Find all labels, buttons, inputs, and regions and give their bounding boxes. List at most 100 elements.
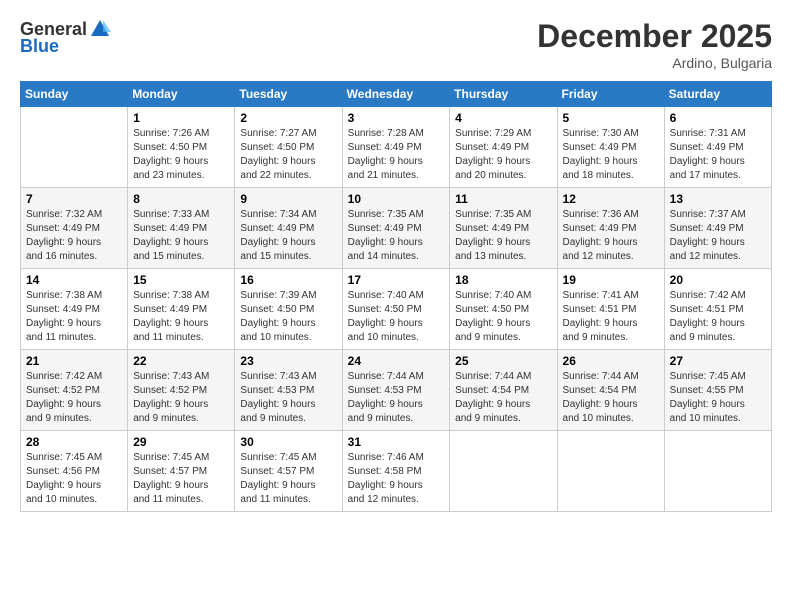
table-row: 6 Sunrise: 7:31 AMSunset: 4:49 PMDaylight… [664, 107, 771, 188]
calendar-week-row: 7 Sunrise: 7:32 AMSunset: 4:49 PMDaylight… [21, 188, 772, 269]
table-row: 17Sunrise: 7:40 AMSunset: 4:50 PMDayligh… [342, 269, 450, 350]
col-thursday: Thursday [450, 82, 557, 107]
day-info: Sunrise: 7:42 AMSunset: 4:51 PMDaylight:… [670, 289, 766, 345]
day-info: Sunrise: 7:46 AMSunset: 4:58 PMDaylight:… [348, 451, 445, 507]
day-info: Sunrise: 7:38 AMSunset: 4:49 PMDaylight:… [26, 289, 122, 345]
col-sunday: Sunday [21, 82, 128, 107]
table-row: 14 Sunrise: 7:38 AMSunset: 4:49 PMDayligh… [21, 269, 128, 350]
day-number: 17 [348, 273, 445, 287]
day-info: Sunrise: 7:42 AMSunset: 4:52 PMDaylight:… [26, 370, 122, 426]
calendar-week-row: 28 Sunrise: 7:45 AMSunset: 4:56 PMDayligh… [21, 431, 772, 512]
day-number: 21 [26, 354, 122, 368]
table-row: 30 Sunrise: 7:45 AMSunset: 4:57 PMDayligh… [235, 431, 342, 512]
day-info: Sunrise: 7:36 AMSunset: 4:49 PMDaylight:… [563, 208, 659, 264]
logo-icon [89, 18, 111, 40]
day-number: 20 [670, 273, 766, 287]
table-row: 7 Sunrise: 7:32 AMSunset: 4:49 PMDaylight… [21, 188, 128, 269]
col-wednesday: Wednesday [342, 82, 450, 107]
day-number: 26 [563, 354, 659, 368]
day-info: Sunrise: 7:45 AMSunset: 4:56 PMDaylight:… [26, 451, 122, 507]
table-row: 15Sunrise: 7:38 AMSunset: 4:49 PMDayligh… [128, 269, 235, 350]
month-title: December 2025 [537, 18, 772, 55]
table-row: 19Sunrise: 7:41 AMSunset: 4:51 PMDayligh… [557, 269, 664, 350]
day-number: 10 [348, 192, 445, 206]
table-row: 1 Sunrise: 7:26 AMSunset: 4:50 PMDaylight… [128, 107, 235, 188]
day-info: Sunrise: 7:27 AMSunset: 4:50 PMDaylight:… [240, 127, 336, 183]
table-row: 24 Sunrise: 7:44 AMSunset: 4:53 PMDayligh… [342, 350, 450, 431]
day-info: Sunrise: 7:31 AMSunset: 4:49 PMDaylight:… [670, 127, 766, 183]
table-row [450, 431, 557, 512]
table-row [21, 107, 128, 188]
day-info: Sunrise: 7:45 AMSunset: 4:57 PMDaylight:… [240, 451, 336, 507]
day-info: Sunrise: 7:44 AMSunset: 4:54 PMDaylight:… [455, 370, 551, 426]
day-number: 2 [240, 111, 336, 125]
day-number: 14 [26, 273, 122, 287]
day-info: Sunrise: 7:44 AMSunset: 4:53 PMDaylight:… [348, 370, 445, 426]
day-number: 18 [455, 273, 551, 287]
title-block: December 2025 Ardino, Bulgaria [537, 18, 772, 71]
logo-blue-text: Blue [20, 36, 59, 57]
location: Ardino, Bulgaria [537, 55, 772, 71]
day-info: Sunrise: 7:32 AMSunset: 4:49 PMDaylight:… [26, 208, 122, 264]
table-row: 2 Sunrise: 7:27 AMSunset: 4:50 PMDaylight… [235, 107, 342, 188]
calendar-header-row: Sunday Monday Tuesday Wednesday Thursday… [21, 82, 772, 107]
col-monday: Monday [128, 82, 235, 107]
day-number: 29 [133, 435, 229, 449]
table-row: 4Sunrise: 7:29 AMSunset: 4:49 PMDaylight… [450, 107, 557, 188]
day-number: 1 [133, 111, 229, 125]
day-number: 22 [133, 354, 229, 368]
day-info: Sunrise: 7:35 AMSunset: 4:49 PMDaylight:… [455, 208, 551, 264]
day-number: 7 [26, 192, 122, 206]
table-row: 20 Sunrise: 7:42 AMSunset: 4:51 PMDayligh… [664, 269, 771, 350]
table-row: 9 Sunrise: 7:34 AMSunset: 4:49 PMDaylight… [235, 188, 342, 269]
table-row: 18 Sunrise: 7:40 AMSunset: 4:50 PMDayligh… [450, 269, 557, 350]
day-info: Sunrise: 7:39 AMSunset: 4:50 PMDaylight:… [240, 289, 336, 345]
day-number: 23 [240, 354, 336, 368]
table-row: 23 Sunrise: 7:43 AMSunset: 4:53 PMDayligh… [235, 350, 342, 431]
day-number: 15 [133, 273, 229, 287]
day-info: Sunrise: 7:43 AMSunset: 4:52 PMDaylight:… [133, 370, 229, 426]
table-row: 5 Sunrise: 7:30 AMSunset: 4:49 PMDaylight… [557, 107, 664, 188]
day-number: 31 [348, 435, 445, 449]
day-number: 6 [670, 111, 766, 125]
table-row: 12Sunrise: 7:36 AMSunset: 4:49 PMDayligh… [557, 188, 664, 269]
page: General Blue December 2025 Ardino, Bulga… [0, 0, 792, 612]
day-info: Sunrise: 7:43 AMSunset: 4:53 PMDaylight:… [240, 370, 336, 426]
day-number: 8 [133, 192, 229, 206]
col-friday: Friday [557, 82, 664, 107]
table-row: 16Sunrise: 7:39 AMSunset: 4:50 PMDayligh… [235, 269, 342, 350]
table-row [557, 431, 664, 512]
calendar-table: Sunday Monday Tuesday Wednesday Thursday… [20, 81, 772, 512]
day-number: 9 [240, 192, 336, 206]
table-row: 8 Sunrise: 7:33 AMSunset: 4:49 PMDaylight… [128, 188, 235, 269]
day-info: Sunrise: 7:45 AMSunset: 4:55 PMDaylight:… [670, 370, 766, 426]
day-number: 24 [348, 354, 445, 368]
day-info: Sunrise: 7:44 AMSunset: 4:54 PMDaylight:… [563, 370, 659, 426]
day-info: Sunrise: 7:45 AMSunset: 4:57 PMDaylight:… [133, 451, 229, 507]
table-row: 3Sunrise: 7:28 AMSunset: 4:49 PMDaylight… [342, 107, 450, 188]
day-number: 28 [26, 435, 122, 449]
day-number: 4 [455, 111, 551, 125]
table-row: 29 Sunrise: 7:45 AMSunset: 4:57 PMDayligh… [128, 431, 235, 512]
day-info: Sunrise: 7:37 AMSunset: 4:49 PMDaylight:… [670, 208, 766, 264]
day-info: Sunrise: 7:26 AMSunset: 4:50 PMDaylight:… [133, 127, 229, 183]
header: General Blue December 2025 Ardino, Bulga… [20, 18, 772, 71]
table-row: 25Sunrise: 7:44 AMSunset: 4:54 PMDayligh… [450, 350, 557, 431]
calendar-week-row: 1 Sunrise: 7:26 AMSunset: 4:50 PMDaylight… [21, 107, 772, 188]
table-row: 28 Sunrise: 7:45 AMSunset: 4:56 PMDayligh… [21, 431, 128, 512]
day-info: Sunrise: 7:33 AMSunset: 4:49 PMDaylight:… [133, 208, 229, 264]
day-number: 5 [563, 111, 659, 125]
col-tuesday: Tuesday [235, 82, 342, 107]
day-number: 30 [240, 435, 336, 449]
day-info: Sunrise: 7:40 AMSunset: 4:50 PMDaylight:… [455, 289, 551, 345]
table-row: 27 Sunrise: 7:45 AMSunset: 4:55 PMDayligh… [664, 350, 771, 431]
day-number: 27 [670, 354, 766, 368]
day-info: Sunrise: 7:34 AMSunset: 4:49 PMDaylight:… [240, 208, 336, 264]
table-row: 11Sunrise: 7:35 AMSunset: 4:49 PMDayligh… [450, 188, 557, 269]
day-info: Sunrise: 7:28 AMSunset: 4:49 PMDaylight:… [348, 127, 445, 183]
calendar-week-row: 14 Sunrise: 7:38 AMSunset: 4:49 PMDayligh… [21, 269, 772, 350]
table-row: 22 Sunrise: 7:43 AMSunset: 4:52 PMDayligh… [128, 350, 235, 431]
day-info: Sunrise: 7:30 AMSunset: 4:49 PMDaylight:… [563, 127, 659, 183]
table-row [664, 431, 771, 512]
calendar-week-row: 21 Sunrise: 7:42 AMSunset: 4:52 PMDayligh… [21, 350, 772, 431]
